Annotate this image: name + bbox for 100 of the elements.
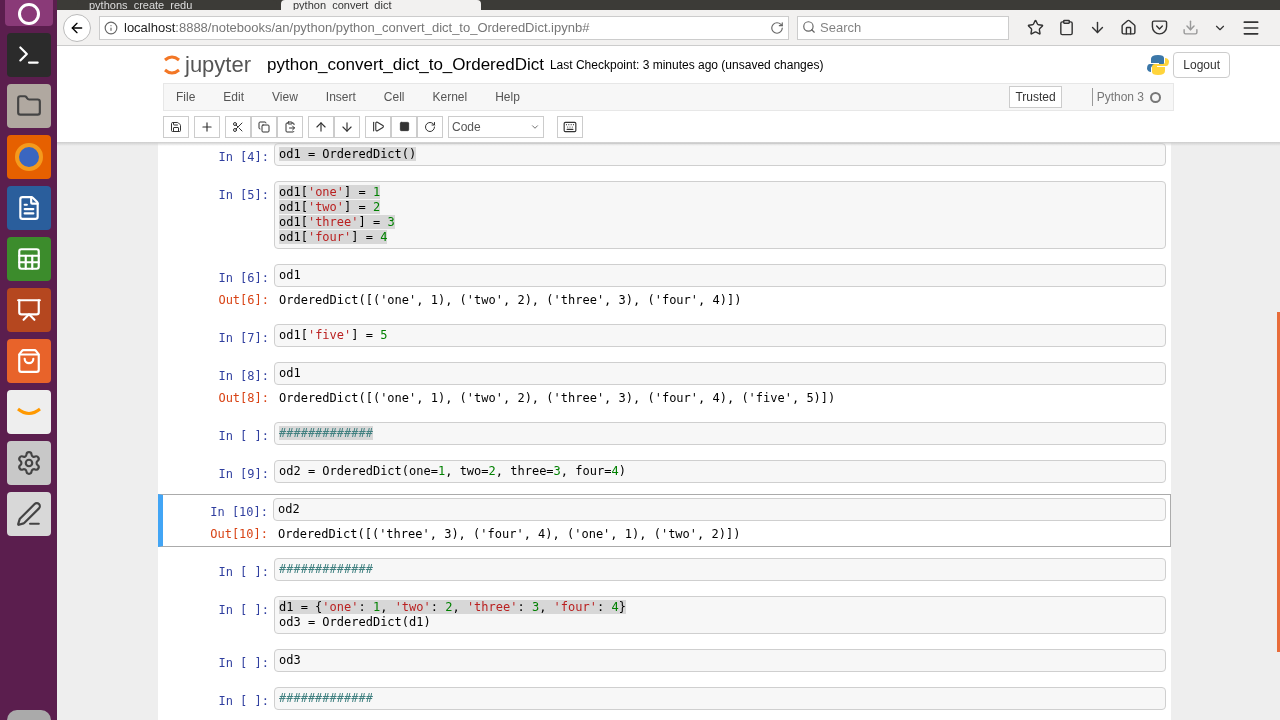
python-logo-icon [1147,53,1170,76]
checkpoint-status: Last Checkpoint: 3 minutes ago (unsaved changes) [549,56,824,74]
input-prompt: In [ ]: [217,655,270,672]
paste-icon [284,120,296,133]
move-down-button[interactable] [334,115,360,138]
code-input[interactable]: od3 [274,649,1166,672]
notebook-cell[interactable]: In [7]: od1['five'] = 5 [158,320,1171,351]
back-button[interactable] [63,13,91,42]
keyboard-button[interactable] [557,115,583,138]
keyboard-icon [563,119,577,134]
code-line: ############# [279,691,373,705]
notebook-cell[interactable]: In [10]: od2 Out[10]: OrderedDict([('three', 3), ('four', 4), ('one', 1), ('two', 2)]) [158,494,1171,547]
url-text: localhost:8888/notebooks/an/python/python_convert_dict_to_OrderedDict.ipynb# [124,18,591,37]
input-prompt: In [5]: [217,187,270,204]
search-icon [802,20,816,35]
input-prompt: In [ ]: [217,602,270,619]
notebook-cell[interactable]: In [ ]: od3 [158,645,1171,676]
save-button[interactable] [163,115,189,138]
scrollbar-thumb[interactable] [1277,312,1280,652]
home-icon [1120,19,1137,36]
file-cabinet-icon[interactable] [6,84,51,128]
code-input[interactable]: od1 = OrderedDict() [274,143,1166,166]
move-down-icon [340,119,354,134]
logout-button[interactable]: Logout [1173,51,1230,78]
save-icon [170,120,182,133]
output-prompt: Out[10]: [209,526,269,543]
stop-button[interactable] [391,115,417,138]
terminal-icon[interactable] [6,33,51,77]
restart-icon [424,120,436,133]
input-prompt: In [6]: [217,270,270,287]
jupyter-orbit-icon [163,53,181,76]
input-prompt: In [10]: [209,504,269,521]
notebook-cell[interactable]: In [ ]: d1 = {'one': 1, 'two': 2, 'three': 3, 'four': 4} od3 = OrderedDict(d1) [158,592,1171,638]
code-line: od3 [279,653,301,667]
notebook-cell[interactable]: In [ ]: ############# [158,418,1171,449]
add-cell-button[interactable] [194,115,220,138]
notebook-cell[interactable]: In [5]: od1['one'] = 1 od1['two'] = 2 od1['three'] = 3 od1['four'] = 4 [158,177,1171,253]
star-icon [1027,19,1044,36]
spreadsheet-icon[interactable] [6,237,51,281]
output-text: OrderedDict([('one', 1), ('two', 2), ('three', 3), ('four', 4)]) [278,292,742,309]
menu-item[interactable]: File [176,88,196,106]
pencil-note-icon[interactable] [6,492,51,536]
code-input[interactable]: d1 = {'one': 1, 'two': 2, 'three': 3, 'four': 4} od3 = OrderedDict(d1) [274,596,1166,634]
code-input[interactable]: ############# [274,687,1166,710]
kernel-name: Python 3 [1091,88,1144,106]
menu-item[interactable]: View [272,88,298,106]
input-prompt: In [ ]: [217,428,270,445]
output-text: OrderedDict([('one', 1), ('two', 2), ('three', 3), ('four', 4), ('five', 5)]) [278,390,836,407]
code-line: ############# [279,562,373,576]
input-prompt: In [7]: [217,330,270,347]
document-icon[interactable] [6,186,51,230]
input-prompt: In [ ]: [217,693,270,710]
shopping-bag-icon[interactable] [6,339,51,383]
run-icon [371,120,385,133]
code-line: od2 [278,502,300,516]
menu-item[interactable]: Cell [383,88,405,106]
copy-icon [258,120,270,133]
code-input[interactable]: od1 [274,264,1166,287]
output-prompt: Out[8]: [217,390,270,407]
code-input[interactable]: od2 = OrderedDict(one=1, two=2, three=3, four=4) [274,460,1166,483]
move-up-icon [314,119,328,134]
input-prompt: In [8]: [217,368,270,385]
code-input[interactable]: od1 [274,362,1166,385]
menu-item[interactable]: Help [495,88,520,106]
restart-button[interactable] [417,115,443,138]
output-text: OrderedDict([('three', 3), ('four', 4), ('one', 1), ('two', 2)]) [277,526,741,543]
notebook-cell[interactable]: In [ ]: ############# [158,683,1171,714]
code-line: od1 [279,366,301,380]
presentation-icon[interactable] [6,288,51,332]
code-line: od1['five'] = 5 [279,328,388,342]
clipboard-icon [1058,19,1075,36]
run-button[interactable] [365,115,391,138]
address-bar[interactable]: localhost:8888/notebooks/an/python/python_convert_dict_to_OrderedDict.ipynb# [99,15,789,40]
code-line: od3 = OrderedDict(d1) [279,615,431,629]
notebook-cell[interactable]: In [6]: od1 Out[6]: OrderedDict([('one', 1), ('two', 2), ('three', 3), ('four', 4)]) [158,260,1171,313]
trusted-indicator[interactable]: Trusted [1009,86,1062,108]
input-prompt: In [ ]: [217,564,270,581]
cut-button[interactable] [225,115,251,138]
notebook-name[interactable]: python_convert_dict_to_OrderedDict [267,51,544,78]
search-field[interactable]: Search [797,15,1009,40]
cell-type-dropdown[interactable]: Code [448,115,544,138]
code-input[interactable]: od1['one'] = 1 od1['two'] = 2 od1['three'] = 3 od1['four'] = 4 [274,181,1166,249]
menu-item[interactable]: Kernel [432,88,468,106]
add-cell-icon [200,119,214,134]
notebook-cell[interactable]: In [ ]: ############# [158,554,1171,585]
notebook-cell[interactable]: In [8]: od1 Out[8]: OrderedDict([('one', 1), ('two', 2), ('three', 3), ('four', 4), ('five', 5)]) [158,358,1171,411]
jupyter-logo[interactable]: jupyter [163,48,252,81]
pocket-icon [1151,19,1168,36]
stop-icon [398,121,410,132]
menu-item[interactable]: Insert [325,88,356,106]
paste-button[interactable] [277,115,303,138]
move-up-button[interactable] [308,115,334,138]
notebook-cell[interactable]: In [9]: od2 = OrderedDict(one=1, two=2, three=3, four=4) [158,456,1171,487]
gear-wrench-icon[interactable] [6,441,51,485]
code-input[interactable]: od1['five'] = 5 [274,324,1166,347]
code-input[interactable]: od2 [273,498,1166,521]
code-input[interactable]: ############# [274,558,1166,581]
info-icon [104,20,118,35]
menu-item[interactable]: Edit [223,88,245,106]
notebook-cell[interactable]: In [4]: od1 = OrderedDict() [158,142,1171,170]
